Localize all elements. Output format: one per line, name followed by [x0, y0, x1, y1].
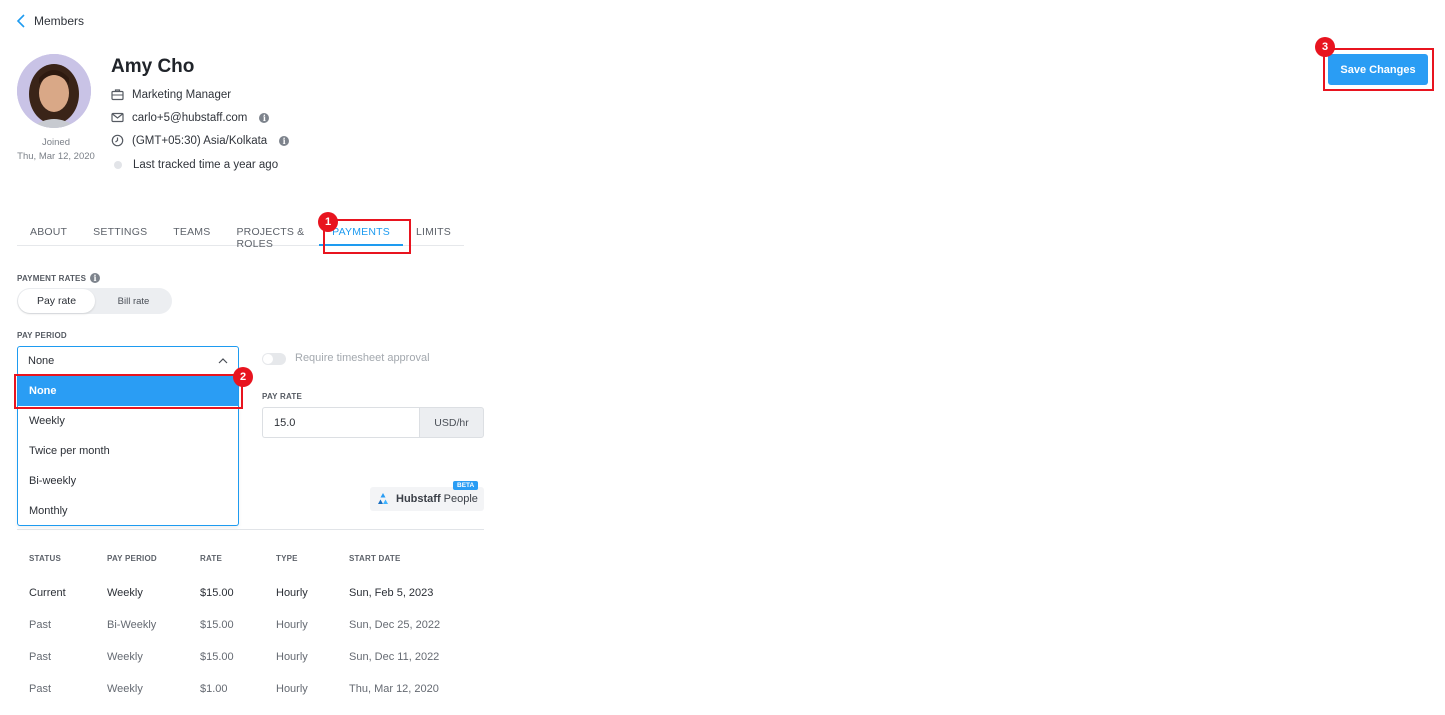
- status-dot-icon: [114, 161, 122, 169]
- annotation-badge-3: 3: [1315, 37, 1335, 57]
- divider: [17, 529, 484, 530]
- rate-type-switch: Pay rate Bill rate: [17, 288, 172, 314]
- joined-info: Joined Thu, Mar 12, 2020: [10, 136, 102, 164]
- member-name: Amy Cho: [111, 56, 195, 77]
- chevron-left-icon: [16, 14, 25, 28]
- mail-icon: [111, 112, 124, 123]
- column-header-rate: RATE: [200, 554, 222, 563]
- job-title: Marketing Manager: [132, 88, 232, 101]
- timezone-row: (GMT+05:30) Asia/Kolkata i: [111, 134, 290, 147]
- cell-start-date: Thu, Mar 12, 2020: [349, 683, 439, 695]
- cell-rate: $1.00: [200, 683, 228, 695]
- cell-pay-period: Weekly: [107, 683, 143, 695]
- pay-rate-label: PAY RATE: [262, 392, 302, 401]
- cell-status: Past: [29, 651, 52, 663]
- timesheet-approval-toggle[interactable]: [262, 353, 286, 365]
- cell-start-date: Sun, Dec 11, 2022: [349, 651, 440, 663]
- beta-badge: BETA: [453, 481, 479, 490]
- joined-label: Joined: [42, 137, 70, 148]
- hubstaff-brand: Hubstaff: [396, 493, 441, 505]
- column-header-start-date: START DATE: [349, 554, 401, 563]
- cell-status: Current: [29, 587, 66, 599]
- cell-status: Past: [29, 619, 52, 631]
- cell-pay-period: Weekly: [107, 587, 143, 599]
- payment-rates-label: PAYMENT RATES i: [17, 273, 101, 283]
- tab-about[interactable]: ABOUT: [17, 222, 80, 246]
- annotation-box-save: [1323, 48, 1434, 91]
- hubstaff-people-link[interactable]: Hubstaff People: [370, 487, 484, 511]
- timezone: (GMT+05:30) Asia/Kolkata: [132, 134, 268, 147]
- pay-period-option-twice-per-month[interactable]: Twice per month: [18, 436, 238, 466]
- job-title-row: Marketing Manager: [111, 88, 231, 101]
- last-tracked: Last tracked time a year ago: [133, 159, 279, 171]
- clock-icon: [111, 134, 124, 147]
- info-icon[interactable]: i: [90, 273, 101, 283]
- cell-rate: $15.00: [200, 619, 234, 631]
- last-tracked-row: Last tracked time a year ago: [111, 159, 278, 171]
- hubstaff-logo-icon: [378, 493, 388, 504]
- toggle-knob: [263, 354, 273, 364]
- pay-period-option-bi-weekly[interactable]: Bi-weekly: [18, 466, 238, 496]
- avatar-photo: [17, 54, 91, 128]
- timesheet-approval-label: Require timesheet approval: [295, 352, 430, 364]
- cell-pay-period: Bi-Weekly: [107, 619, 157, 631]
- pay-period-label: PAY PERIOD: [17, 331, 67, 340]
- pay-period-option-weekly[interactable]: Weekly: [18, 406, 238, 436]
- column-header-type: TYPE: [276, 554, 298, 563]
- back-link-label: Members: [34, 14, 85, 28]
- cell-rate: $15.00: [200, 651, 234, 663]
- cell-pay-period: Weekly: [107, 651, 143, 663]
- info-icon[interactable]: i: [279, 135, 290, 146]
- column-header-status: STATUS: [29, 554, 62, 563]
- pay-rate-tab[interactable]: Pay rate: [18, 289, 95, 313]
- joined-date: Thu, Mar 12, 2020: [17, 151, 95, 162]
- cell-type: Hourly: [276, 619, 308, 631]
- cell-start-date: Sun, Dec 25, 2022: [349, 619, 441, 631]
- pay-period-value: None: [28, 355, 55, 367]
- people-brand-suffix: People: [443, 493, 478, 505]
- tab-limits[interactable]: LIMITS: [403, 222, 464, 246]
- tab-projects-roles[interactable]: PROJECTS & ROLES: [223, 222, 319, 250]
- bill-rate-tab[interactable]: Bill rate: [95, 289, 172, 313]
- pay-rate-unit: USD/hr: [419, 407, 484, 438]
- email-row: carlo+5@hubstaff.com i: [111, 111, 270, 124]
- cell-status: Past: [29, 683, 52, 695]
- back-to-members-link[interactable]: Members: [16, 14, 84, 28]
- annotation-box-none-option: [14, 374, 243, 409]
- chevron-up-icon: [218, 358, 228, 364]
- briefcase-icon: [111, 89, 124, 101]
- payment-rates-text: PAYMENT RATES: [17, 273, 87, 283]
- annotation-badge-2: 2: [233, 367, 253, 387]
- email: carlo+5@hubstaff.com: [132, 111, 248, 124]
- pay-period-select[interactable]: None: [17, 346, 239, 376]
- cell-type: Hourly: [276, 587, 308, 599]
- annotation-badge-1: 1: [318, 212, 338, 232]
- cell-type: Hourly: [276, 683, 308, 695]
- pay-period-option-monthly[interactable]: Monthly: [18, 496, 238, 526]
- cell-start-date: Sun, Feb 5, 2023: [349, 587, 434, 599]
- info-icon[interactable]: i: [259, 112, 270, 123]
- tab-teams[interactable]: TEAMS: [160, 222, 223, 246]
- column-header-pay-period: PAY PERIOD: [107, 554, 157, 563]
- cell-type: Hourly: [276, 651, 308, 663]
- tab-settings[interactable]: SETTINGS: [80, 222, 160, 246]
- avatar: [17, 54, 91, 128]
- pay-rate-input[interactable]: 15.0: [262, 407, 420, 438]
- cell-rate: $15.00: [200, 587, 234, 599]
